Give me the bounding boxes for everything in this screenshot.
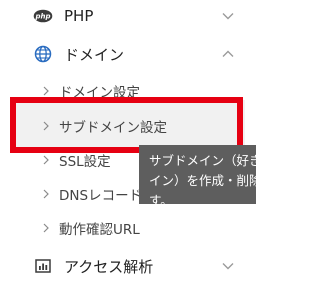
sidebar-item-php[interactable]: php PHP bbox=[0, 0, 256, 34]
tooltip-line: イン）を作成・削除 bbox=[149, 173, 256, 188]
bar-chart-icon bbox=[33, 256, 53, 276]
tooltip-line: す。 bbox=[149, 193, 173, 204]
sidebar-subitem-label: SSL設定 bbox=[59, 154, 111, 170]
chevron-down-icon bbox=[221, 259, 235, 273]
tooltip: サブドメイン（好き イン）を作成・削除 す。 bbox=[139, 145, 256, 204]
svg-text:php: php bbox=[34, 13, 50, 21]
sidebar-item-access-analytics[interactable]: アクセス解析 bbox=[0, 248, 256, 284]
sidebar-subitem-label: 動作確認URL bbox=[59, 222, 140, 238]
chevron-right-icon bbox=[42, 223, 50, 233]
sidebar-item-label: ドメイン bbox=[64, 45, 125, 64]
globe-icon bbox=[33, 44, 53, 64]
chevron-down-icon bbox=[221, 9, 235, 23]
tooltip-line: サブドメイン（好き bbox=[149, 153, 256, 168]
chevron-right-icon bbox=[42, 86, 50, 96]
sidebar-menu: php PHP ドメイン ドメイン設定 サブドメイン設定 SSL設定 DNSレコ… bbox=[0, 0, 256, 282]
sidebar-item-label: アクセス解析 bbox=[64, 257, 154, 276]
chevron-up-icon bbox=[221, 47, 235, 61]
sidebar-subitem-test-url[interactable]: 動作確認URL bbox=[0, 211, 256, 245]
sidebar-item-domain[interactable]: ドメイン bbox=[0, 36, 256, 72]
php-icon: php bbox=[33, 6, 53, 26]
chevron-right-icon bbox=[42, 155, 50, 165]
chevron-right-icon bbox=[42, 189, 50, 199]
sidebar-item-label: PHP bbox=[64, 7, 94, 25]
